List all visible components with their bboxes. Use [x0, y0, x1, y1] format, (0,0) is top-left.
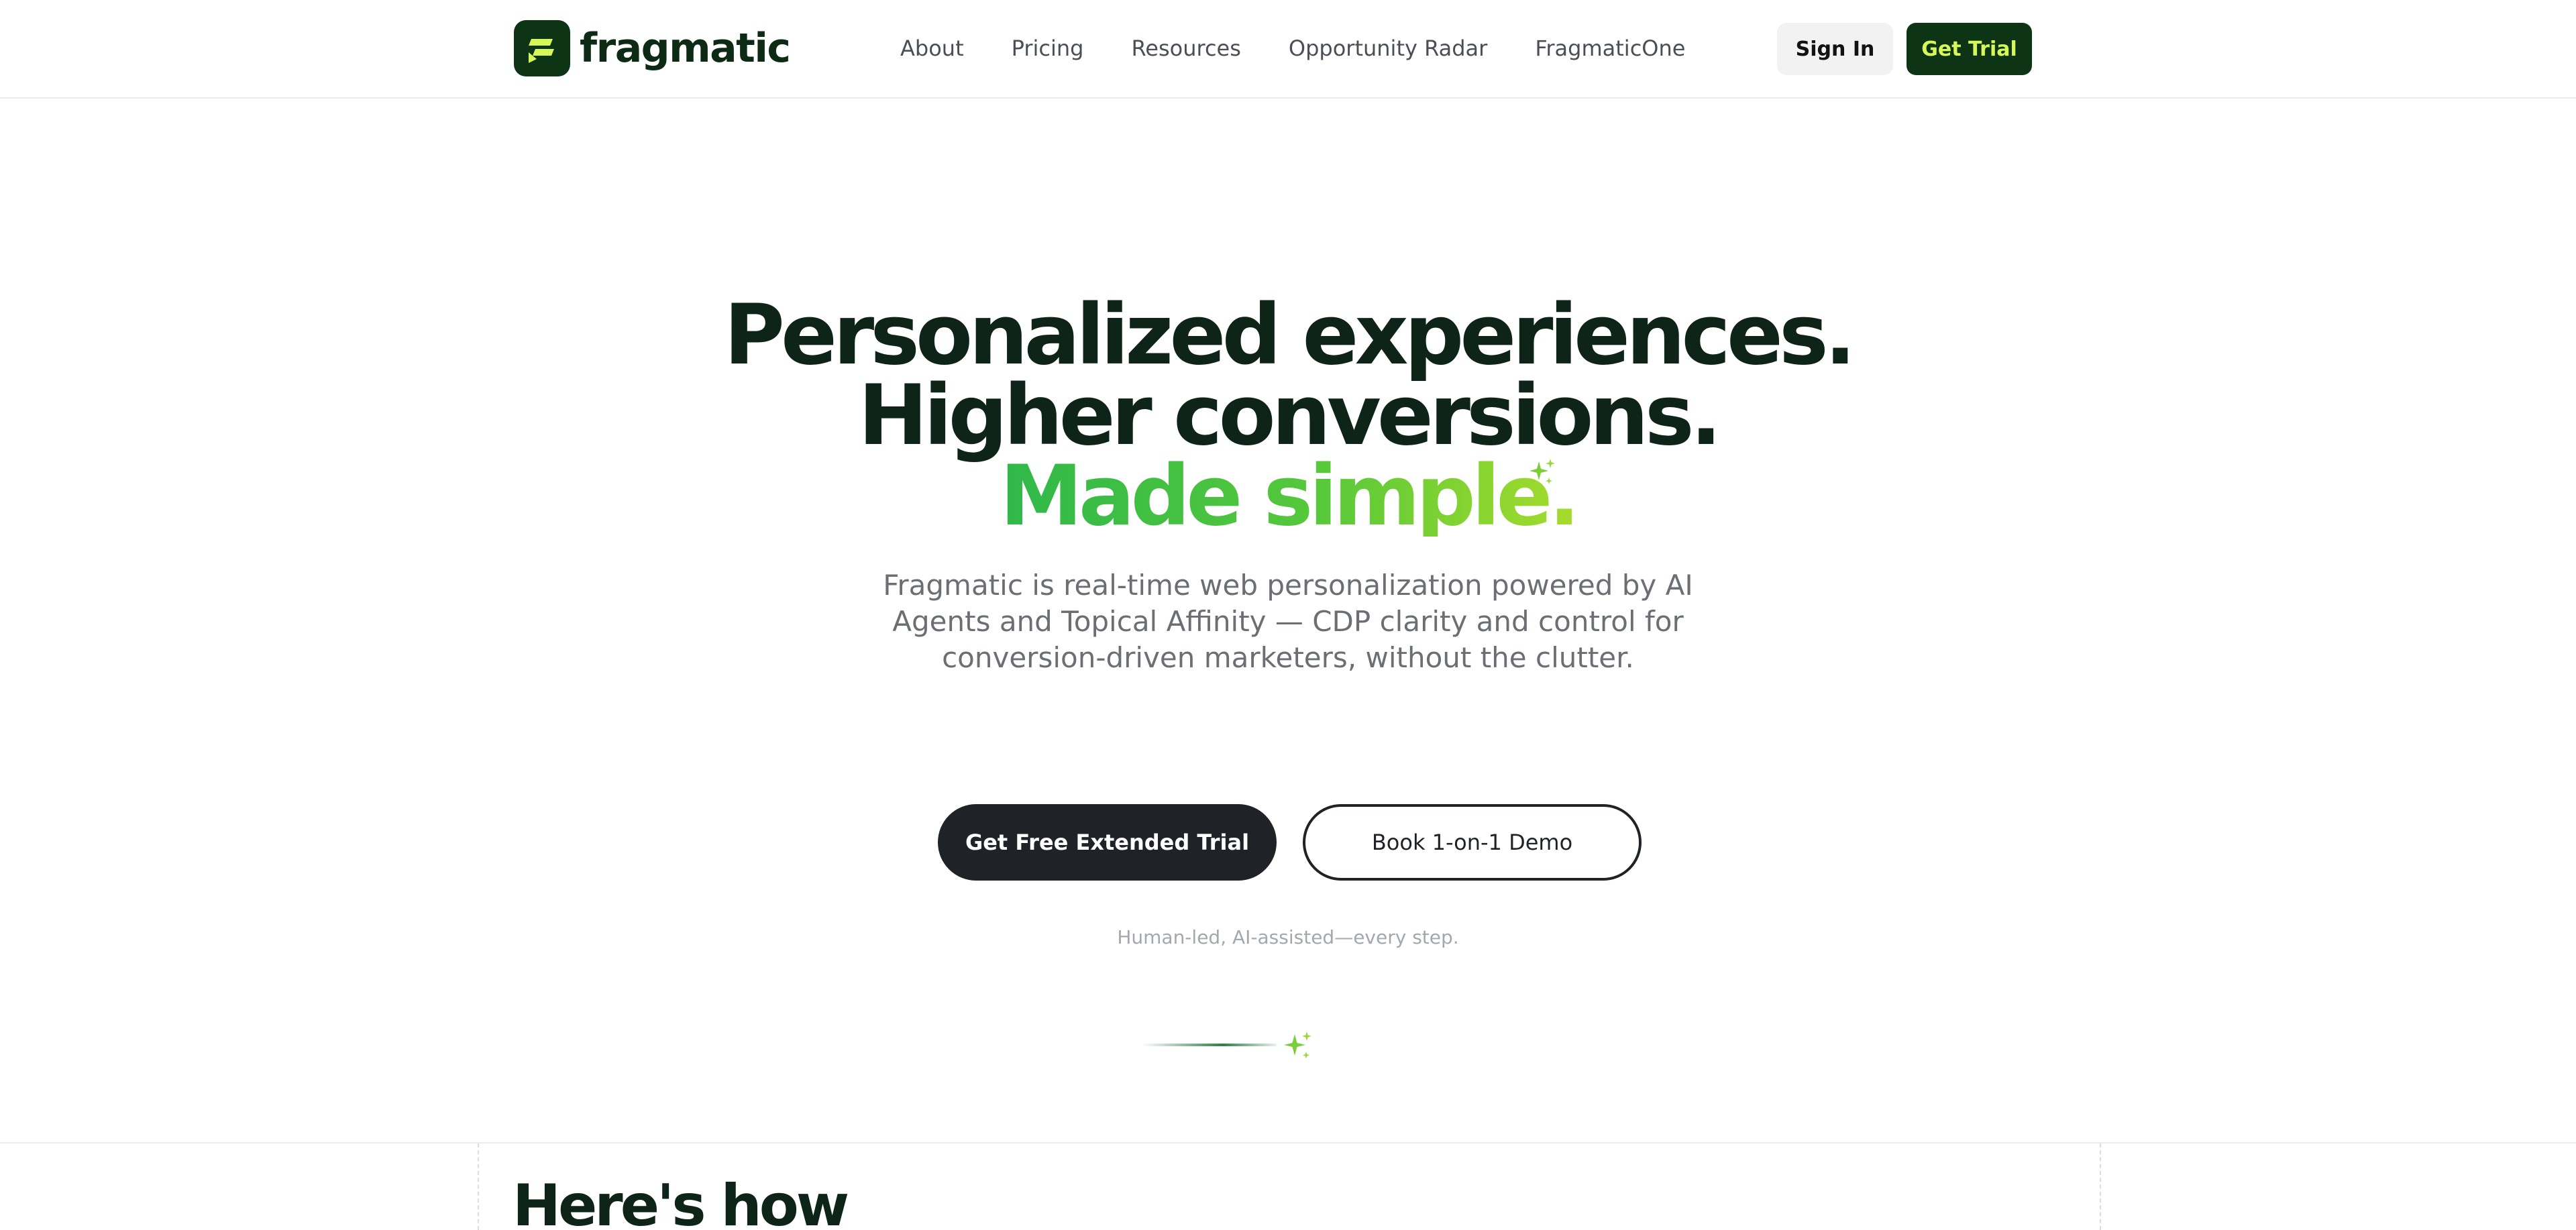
site-header: fragmatic About Pricing Resources Opport…: [0, 0, 2576, 99]
hero-tagline-note: Human-led, AI-assisted—every step.: [1117, 926, 1459, 948]
hero-headline-accent: Made simple.: [1000, 448, 1580, 545]
hero-headline: Personalized experiences. Higher convers…: [0, 287, 2576, 545]
sign-in-button[interactable]: Sign In: [1777, 23, 1893, 75]
get-free-extended-trial-button[interactable]: Get Free Extended Trial: [938, 804, 1277, 881]
hero-subheading: Fragmatic is real-time web personalizati…: [883, 569, 1693, 674]
fragmatic-logo-icon: [514, 20, 570, 76]
hero-headline-line-1: Personalized experiences.: [724, 287, 1856, 384]
nav-link-opportunity-radar[interactable]: Opportunity Radar: [1289, 36, 1487, 61]
nav-link-pricing[interactable]: Pricing: [1012, 36, 1084, 61]
hero-cta-group: Get Free Extended Trial Book 1-on-1 Demo: [0, 804, 2576, 881]
brand-logo-link[interactable]: fragmatic: [514, 20, 791, 76]
hero-headline-line-2: Higher conversions.: [858, 368, 1721, 464]
landing-page: fragmatic About Pricing Resources Opport…: [0, 0, 2576, 1230]
nav-link-fragmaticone[interactable]: FragmaticOne: [1535, 36, 1685, 61]
nav-link-about[interactable]: About: [900, 36, 964, 61]
sparkle-icon: [1529, 459, 1555, 484]
section-title-heres-how: Here's how: [513, 1172, 849, 1230]
sparkle-icon: [1284, 1031, 1311, 1059]
main-nav: About Pricing Resources Opportunity Rada…: [900, 32, 1685, 64]
brand-name: fragmatic: [580, 25, 791, 72]
section-divider: [0, 1142, 2576, 1143]
decorative-divider: [1142, 1044, 1277, 1046]
book-demo-button[interactable]: Book 1-on-1 Demo: [1303, 804, 1642, 881]
layout-guide-left: [478, 1143, 479, 1230]
nav-link-resources[interactable]: Resources: [1131, 36, 1240, 61]
get-trial-button[interactable]: Get Trial: [1907, 23, 2032, 75]
layout-guide-right: [2100, 1143, 2101, 1230]
